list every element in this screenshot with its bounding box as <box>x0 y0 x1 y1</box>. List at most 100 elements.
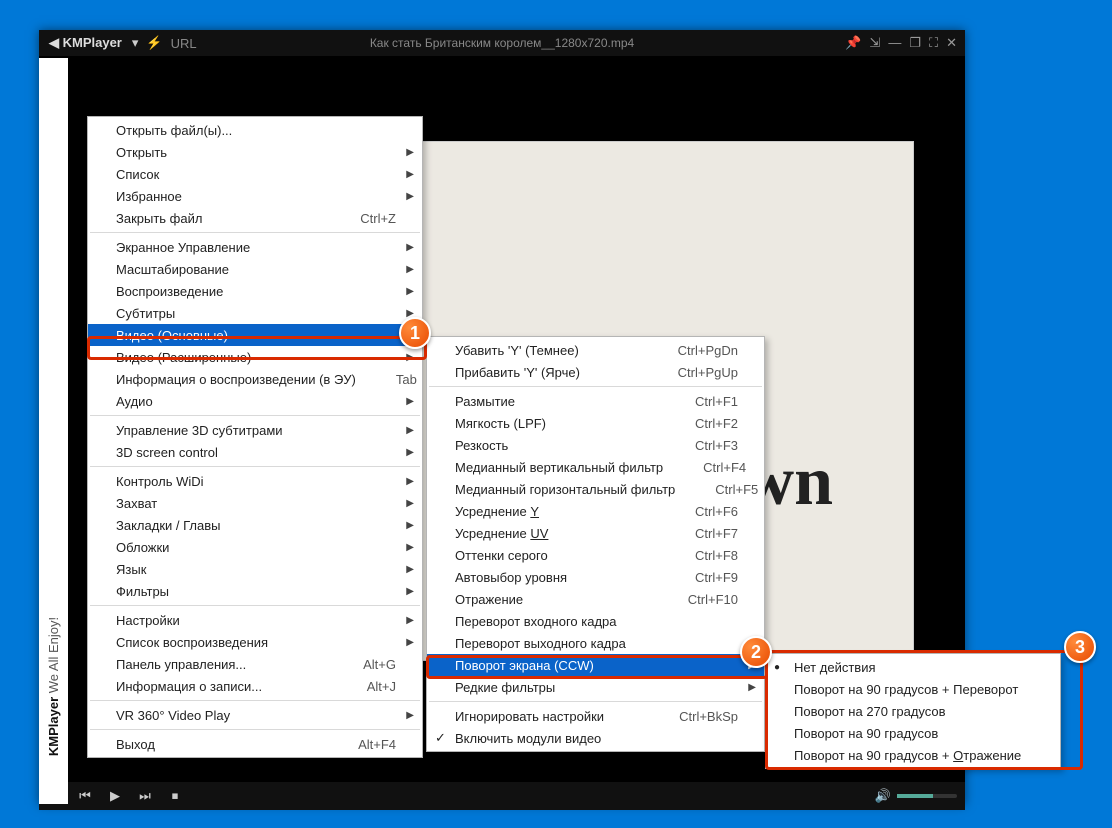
submenu-arrow-icon: ▶ <box>406 352 414 363</box>
menu-item-label: Усреднение Y <box>455 504 539 519</box>
menu-item[interactable]: Поворот на 270 градусов <box>766 700 1060 722</box>
menu-item[interactable]: Воспроизведение ▶ <box>88 280 422 302</box>
menu-item[interactable]: Информация о записи...Alt+J <box>88 675 422 697</box>
menu-item[interactable]: Редкие фильтры▶ <box>427 676 764 698</box>
menu-item[interactable]: Поворот на 90 градусов + Переворот <box>766 678 1060 700</box>
menu-separator <box>90 605 420 606</box>
menu-item[interactable]: Видео (Основные)▶ <box>88 324 422 346</box>
menu-item-label: Игнорировать настройки <box>455 709 604 724</box>
menu-item[interactable]: Захват▶ <box>88 492 422 514</box>
menu-item[interactable]: 3D screen control▶ <box>88 441 422 463</box>
url-link[interactable]: URL <box>171 36 197 51</box>
menu-item[interactable]: Поворот экрана (CCW)▶ <box>427 654 764 676</box>
menu-item[interactable]: Медианный горизонтальный фильтрCtrl+F5 <box>427 478 764 500</box>
next-icon[interactable]: ⏭ <box>137 788 153 804</box>
menu-item-label: Медианный горизонтальный фильтр <box>455 482 675 497</box>
menu-item[interactable]: Мягкость (LPF)Ctrl+F2 <box>427 412 764 434</box>
menu-item[interactable]: Убавить 'Y' (Темнее)Ctrl+PgDn <box>427 339 764 361</box>
menu-item[interactable]: Автовыбор уровняCtrl+F9 <box>427 566 764 588</box>
menu-item[interactable]: Поворот на 90 градусов + Отражение <box>766 744 1060 766</box>
menu-item-label: Воспроизведение <box>116 284 223 299</box>
menu-item[interactable]: Видео (Расширенные)▶ <box>88 346 422 368</box>
menu-item[interactable]: Масштабирование▶ <box>88 258 422 280</box>
minimize-icon[interactable]: — <box>888 35 901 51</box>
menu-item[interactable]: Открыть файл(ы)... <box>88 119 422 141</box>
menu-shortcut: Alt+G <box>323 657 396 672</box>
dropdown-icon[interactable]: ▾ <box>132 35 139 51</box>
menu-item[interactable]: Экранное Управление▶ <box>88 236 422 258</box>
menu-item[interactable]: ●Нет действия <box>766 656 1060 678</box>
menu-item[interactable]: Открыть▶ <box>88 141 422 163</box>
submenu-arrow-icon: ▶ <box>406 476 414 487</box>
close-icon[interactable]: ✕ <box>946 35 957 51</box>
menu-separator <box>90 729 420 730</box>
menu-item-label: Обложки <box>116 540 169 555</box>
menu-shortcut: Ctrl+F2 <box>655 416 738 431</box>
menu-item[interactable]: Медианный вертикальный фильтрCtrl+F4 <box>427 456 764 478</box>
menu-item[interactable]: Язык▶ <box>88 558 422 580</box>
menu-item[interactable]: Усреднение UVCtrl+F7 <box>427 522 764 544</box>
menu-separator <box>429 701 762 702</box>
menu-item[interactable]: РазмытиеCtrl+F1 <box>427 390 764 412</box>
menu-item[interactable]: Информация о воспроизведении (в ЭУ)Tab <box>88 368 422 390</box>
menu-item[interactable]: Игнорировать настройкиCtrl+BkSp <box>427 705 764 727</box>
menu-item[interactable]: РезкостьCtrl+F3 <box>427 434 764 456</box>
restore-icon[interactable]: ❐ <box>909 35 921 51</box>
menu-item[interactable]: Контроль WiDi▶ <box>88 470 422 492</box>
menu-separator <box>90 415 420 416</box>
menu-item[interactable]: Субтитры▶ <box>88 302 422 324</box>
submenu-arrow-icon: ▶ <box>406 396 414 407</box>
volume-icon[interactable]: 🔊 <box>875 788 891 804</box>
menu-shortcut: Ctrl+F3 <box>655 438 738 453</box>
menu-item-label: Захват <box>116 496 157 511</box>
menu-item[interactable]: Поворот на 90 градусов <box>766 722 1060 744</box>
volume-slider[interactable] <box>897 794 957 798</box>
submenu-arrow-icon: ▶ <box>406 169 414 180</box>
bolt-icon[interactable]: ⚡ <box>146 35 162 51</box>
menu-separator <box>90 232 420 233</box>
stop-icon[interactable]: ⏹ <box>167 788 183 804</box>
menu-item-label: Панель управления... <box>116 657 246 672</box>
step-badge-2: 2 <box>740 636 772 668</box>
menu-item[interactable]: Настройки▶ <box>88 609 422 631</box>
menu-item[interactable]: Аудио▶ <box>88 390 422 412</box>
menu-item[interactable]: Закладки / Главы▶ <box>88 514 422 536</box>
menu-item[interactable]: Список▶ <box>88 163 422 185</box>
menu-item[interactable]: Управление 3D субтитрами▶ <box>88 419 422 441</box>
submenu-arrow-icon: ▶ <box>406 286 414 297</box>
fullscreen-icon[interactable]: ⛶ <box>929 35 938 51</box>
menu-item-label: Закрыть файл <box>116 211 202 226</box>
menu-item[interactable]: Усреднение YCtrl+F6 <box>427 500 764 522</box>
submenu-arrow-icon: ▶ <box>748 682 756 693</box>
menu-item[interactable]: Закрыть файл Ctrl+Z <box>88 207 422 229</box>
menu-item[interactable]: Переворот входного кадра <box>427 610 764 632</box>
menu-separator <box>90 466 420 467</box>
menu-item[interactable]: ВыходAlt+F4 <box>88 733 422 755</box>
compact-icon[interactable]: ⇲ <box>869 35 880 51</box>
menu-item-label: Отражение <box>455 592 523 607</box>
menu-item[interactable]: ОтражениеCtrl+F10 <box>427 588 764 610</box>
menu-item[interactable]: VR 360° Video Play▶ <box>88 704 422 726</box>
menu-shortcut: Ctrl+PgUp <box>638 365 738 380</box>
menu-item[interactable]: Обложки▶ <box>88 536 422 558</box>
menu-item[interactable]: Переворот выходного кадра <box>427 632 764 654</box>
branding-sidebar: KMPlayer We All Enjoy! <box>39 58 68 804</box>
menu-item-label: Прибавить 'Y' (Ярче) <box>455 365 580 380</box>
pin-icon[interactable]: 📌 <box>845 35 861 51</box>
menu-shortcut: Tab <box>356 372 417 387</box>
menu-item[interactable]: Панель управления... Alt+G <box>88 653 422 675</box>
menu-item[interactable]: ✓Включить модули видео <box>427 727 764 749</box>
menu-item[interactable]: Прибавить 'Y' (Ярче) Ctrl+PgUp <box>427 361 764 383</box>
menu-item[interactable]: Оттенки серогоCtrl+F8 <box>427 544 764 566</box>
menu-item-label: Переворот выходного кадра <box>455 636 626 651</box>
submenu-arrow-icon: ▶ <box>406 710 414 721</box>
menu-item[interactable]: Список воспроизведения▶ <box>88 631 422 653</box>
context-menu-main: Открыть файл(ы)...Открыть▶Список▶Избранн… <box>87 116 423 758</box>
prev-icon[interactable]: ⏮ <box>77 788 93 804</box>
menu-item[interactable]: Избранное▶ <box>88 185 422 207</box>
window-title: Как стать Британским королем__1280x720.m… <box>370 36 634 50</box>
menu-item[interactable]: Фильтры▶ <box>88 580 422 602</box>
play-icon[interactable]: ▶ <box>107 788 123 804</box>
app-logo[interactable]: ◀ KMPlayer <box>39 35 132 51</box>
menu-shortcut: Ctrl+Z <box>320 211 396 226</box>
